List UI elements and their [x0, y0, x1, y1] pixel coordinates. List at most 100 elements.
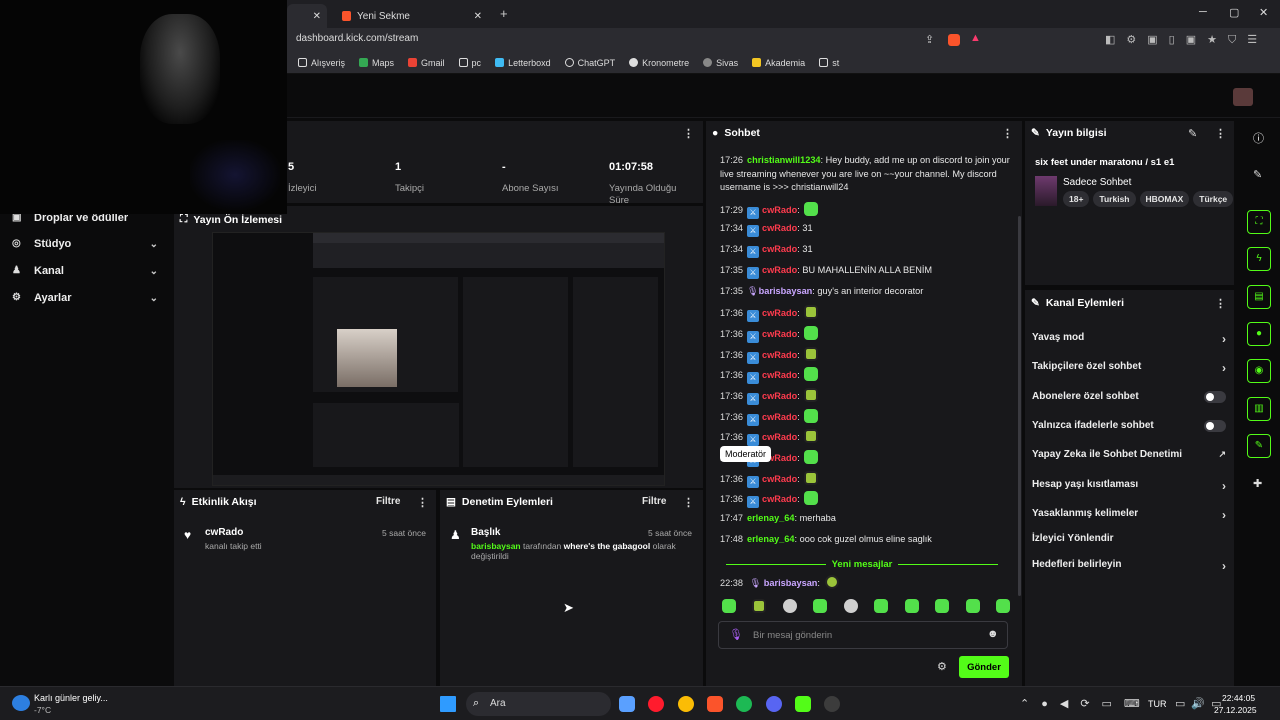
moderator-badge-icon[interactable]: ⚔ [747, 496, 759, 508]
clock-date[interactable]: 27.12.2025 [1214, 705, 1257, 715]
chat-scrollbar[interactable] [1018, 216, 1021, 596]
emote-icon[interactable] [813, 599, 828, 613]
bookmark-sivas[interactable]: Sivas [703, 58, 738, 68]
action-ai-moderation[interactable]: Yapay Zeka ile Sohbet Denetimi ↗ [1032, 449, 1232, 460]
rail-document-button[interactable]: ▤ [1247, 285, 1271, 309]
emote-icon[interactable] [752, 599, 767, 613]
moderator-badge-icon[interactable]: ⚔ [747, 393, 759, 405]
send-button[interactable]: Gönder [959, 656, 1009, 678]
activity-filter-button[interactable]: Filtre [376, 496, 400, 507]
action-account-age[interactable]: Hesap yaşı kısıtlaması › [1032, 479, 1232, 493]
moderator-badge-icon[interactable]: ⚔ [747, 246, 759, 258]
tag[interactable]: Türkçe [1193, 191, 1234, 207]
chat-username[interactable]: cwRado [762, 223, 797, 233]
bookmark-st[interactable]: st [819, 58, 839, 68]
brave-shield-icon[interactable] [948, 34, 960, 46]
close-tab-icon[interactable]: ✕ [474, 11, 482, 22]
tag[interactable]: Turkish [1093, 191, 1136, 207]
emote-icon[interactable] [935, 599, 950, 613]
tray-icons[interactable]: ⌃●◀⟳▭⌨ [1020, 697, 1152, 710]
bookmark-chatgpt[interactable]: ChatGPT [564, 58, 615, 68]
more-options-icon[interactable]: ⋮ [417, 496, 428, 509]
rail-broadcast-button[interactable]: ◉ [1247, 359, 1271, 383]
sidebar-item-settings[interactable]: ⚙ Ayarlar ⌄ [12, 292, 162, 304]
close-tab-icon[interactable]: ✕ [313, 11, 321, 22]
emote-icon[interactable] [843, 599, 858, 613]
action-slow-mode[interactable]: Yavaş mod › [1032, 332, 1232, 346]
bookmark-letterboxd[interactable]: Letterboxd [495, 58, 551, 68]
action-banned-words[interactable]: Yasaklanmış kelimeler › [1032, 508, 1232, 522]
opera-icon[interactable] [648, 696, 664, 712]
moderator-badge-icon[interactable]: ⚔ [747, 267, 759, 279]
bookmark-alisveris[interactable]: Alışveriş [298, 58, 345, 68]
more-options-icon[interactable]: ⋮ [1002, 127, 1013, 140]
app-icon[interactable] [619, 696, 635, 712]
edit-icon[interactable]: ✎ [1188, 127, 1197, 140]
action-set-goals[interactable]: Hedefleri belirleyin › [1032, 559, 1232, 573]
sidebar-item-studio[interactable]: ◎ Stüdyo ⌄ [12, 238, 162, 250]
category-name[interactable]: Sadece Sohbet [1063, 177, 1131, 188]
obs-icon[interactable] [824, 696, 840, 712]
browser-tab-new[interactable]: Yeni Sekme ✕ [332, 4, 492, 28]
chat-username[interactable]: cwRado [762, 412, 797, 422]
emoji-icon[interactable]: ☻ [987, 628, 999, 640]
language-indicator[interactable]: TUR [1148, 699, 1167, 709]
rail-tools-button[interactable]: ✎ [1247, 434, 1271, 458]
bookmark-gmail[interactable]: Gmail [408, 58, 445, 68]
rail-chat-button[interactable]: ● [1247, 322, 1271, 346]
moderator-badge-icon[interactable]: ⚔ [747, 372, 759, 384]
chat-username[interactable]: erlenay_64 [747, 534, 795, 544]
chat-username[interactable]: cwRado [762, 432, 797, 442]
moderator-badge-icon[interactable]: ⚔ [747, 476, 759, 488]
bookmark-kronometre[interactable]: Kronometre [629, 58, 689, 68]
moderation-filter-button[interactable]: Filtre [642, 496, 666, 507]
more-options-icon[interactable]: ⋮ [1215, 127, 1226, 140]
app-icon[interactable] [795, 696, 811, 712]
moderator-badge-icon[interactable]: ⚔ [747, 352, 759, 364]
emote-icon[interactable] [904, 599, 919, 613]
clock-time[interactable]: 22:44:05 [1222, 693, 1255, 703]
extension-icons[interactable]: ◧⚙▣▯▣★⛉☰ [1105, 33, 1268, 47]
share-icon[interactable]: ⇪ [925, 33, 934, 46]
rail-fullscreen-button[interactable]: ⛶ [1247, 210, 1271, 234]
chat-username[interactable]: cwRado [762, 474, 797, 484]
activity-user[interactable]: cwRado [205, 527, 243, 538]
emote-icon[interactable] [874, 599, 889, 613]
spotify-icon[interactable] [736, 696, 752, 712]
bookmark-maps[interactable]: Maps [359, 58, 394, 68]
maximize-icon[interactable]: ▢ [1229, 6, 1239, 19]
stream-preview-video[interactable] [212, 232, 665, 486]
chat-username[interactable]: barisbaysan [759, 286, 813, 296]
chat-username[interactable]: cwRado [762, 244, 797, 254]
chat-username[interactable]: cwRado [762, 308, 797, 318]
chat-username[interactable]: cwRado [762, 329, 797, 339]
taskbar-search[interactable]: ⌕ Ara [466, 692, 611, 716]
add-widget-icon[interactable]: ✚ [1253, 477, 1262, 490]
chat-username[interactable]: cwRado [762, 265, 797, 275]
browser-tab-dashboard[interactable]: ✕ [287, 4, 327, 28]
weather-title[interactable]: Karlı günler geliy... [34, 693, 108, 703]
minimize-icon[interactable]: ─ [1199, 6, 1207, 18]
discord-icon[interactable] [766, 696, 782, 712]
emote-icon[interactable] [782, 599, 797, 613]
avatar[interactable] [1233, 88, 1253, 106]
new-tab-icon[interactable]: + [500, 6, 508, 21]
bookmark-akademia[interactable]: Akademia [752, 58, 805, 68]
more-options-icon[interactable]: ⋮ [683, 496, 694, 509]
rail-lightning-button[interactable]: ϟ [1247, 247, 1271, 271]
chat-username[interactable]: cwRado [762, 391, 797, 401]
chrome-icon[interactable] [678, 696, 694, 712]
moderator-badge-icon[interactable]: ⚔ [747, 414, 759, 426]
chat-username[interactable]: cwRado [762, 205, 797, 215]
more-options-icon[interactable]: ⋮ [683, 127, 694, 140]
close-window-icon[interactable]: ✕ [1259, 6, 1268, 19]
chat-username[interactable]: cwRado [762, 350, 797, 360]
url-text[interactable]: dashboard.kick.com/stream [296, 33, 418, 44]
chat-username[interactable]: erlenay_64 [747, 513, 795, 523]
windows-start-icon[interactable] [440, 696, 456, 712]
moderator-badge-icon[interactable]: ⚔ [747, 434, 759, 446]
emote-icon[interactable] [995, 599, 1010, 613]
moderator-badge-icon[interactable]: ⚔ [747, 225, 759, 237]
moderator-badge-icon[interactable]: ⚔ [747, 310, 759, 322]
rail-layout-button[interactable]: ▥ [1247, 397, 1271, 421]
